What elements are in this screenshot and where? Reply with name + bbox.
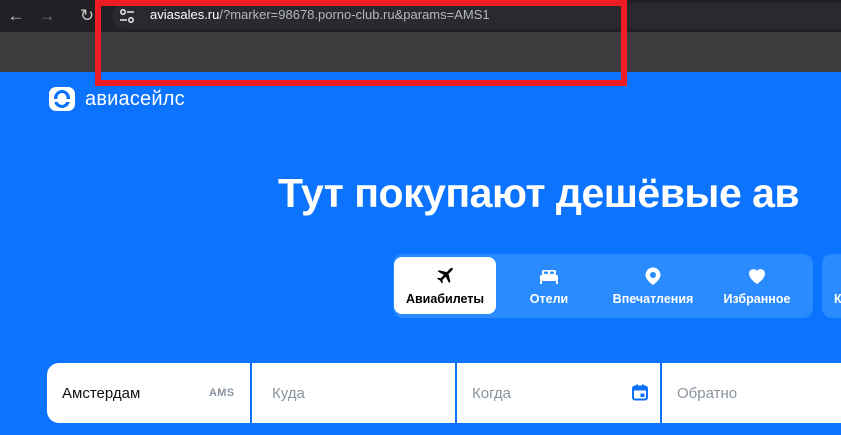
tab-experiences[interactable]: Впечатления — [603, 257, 703, 314]
return-date-field[interactable]: Обратно — [662, 363, 841, 423]
tab-favorites[interactable]: Избранное — [715, 257, 799, 314]
return-placeholder: Обратно — [677, 385, 738, 402]
tab-hotels[interactable]: Отели — [507, 257, 591, 314]
depart-placeholder: Когда — [472, 385, 511, 402]
tab-label: Авиабилеты — [405, 292, 485, 306]
calendar-icon[interactable] — [632, 384, 648, 401]
depart-date-field[interactable]: Когда — [457, 363, 660, 423]
plane-icon — [437, 267, 453, 284]
location-pin-icon — [645, 267, 661, 285]
logo-icon — [49, 87, 75, 111]
back-arrow-icon[interactable]: ← — [5, 5, 27, 27]
bed-icon — [540, 270, 558, 284]
forward-arrow-icon[interactable]: → — [36, 5, 58, 27]
heart-icon — [749, 269, 765, 284]
tab-label: Впечатления — [612, 292, 694, 306]
tab-more[interactable]: К — [822, 254, 841, 318]
tab-label: К — [834, 292, 841, 306]
origin-value: Амстердам — [62, 385, 141, 402]
origin-iata-code: AMS — [209, 387, 235, 399]
brand-logo[interactable]: авиасейлс — [48, 86, 185, 112]
red-highlight-box — [95, 0, 627, 86]
brand-name: авиасейлс — [85, 87, 185, 110]
destination-placeholder: Куда — [272, 385, 305, 402]
service-tabs: Авиабилеты Отели Впечатления Избранное — [393, 254, 813, 318]
destination-field[interactable]: Куда — [252, 363, 455, 423]
origin-field[interactable]: Амстердам AMS — [47, 363, 250, 423]
flight-search-form: Амстердам AMS Куда Когда Обратно — [47, 363, 841, 423]
tab-label: Отели — [529, 292, 569, 306]
hero-title: Тут покупают дешёвые ав — [278, 170, 800, 216]
tab-flights[interactable]: Авиабилеты — [394, 257, 496, 314]
tab-label: Избранное — [723, 292, 791, 306]
